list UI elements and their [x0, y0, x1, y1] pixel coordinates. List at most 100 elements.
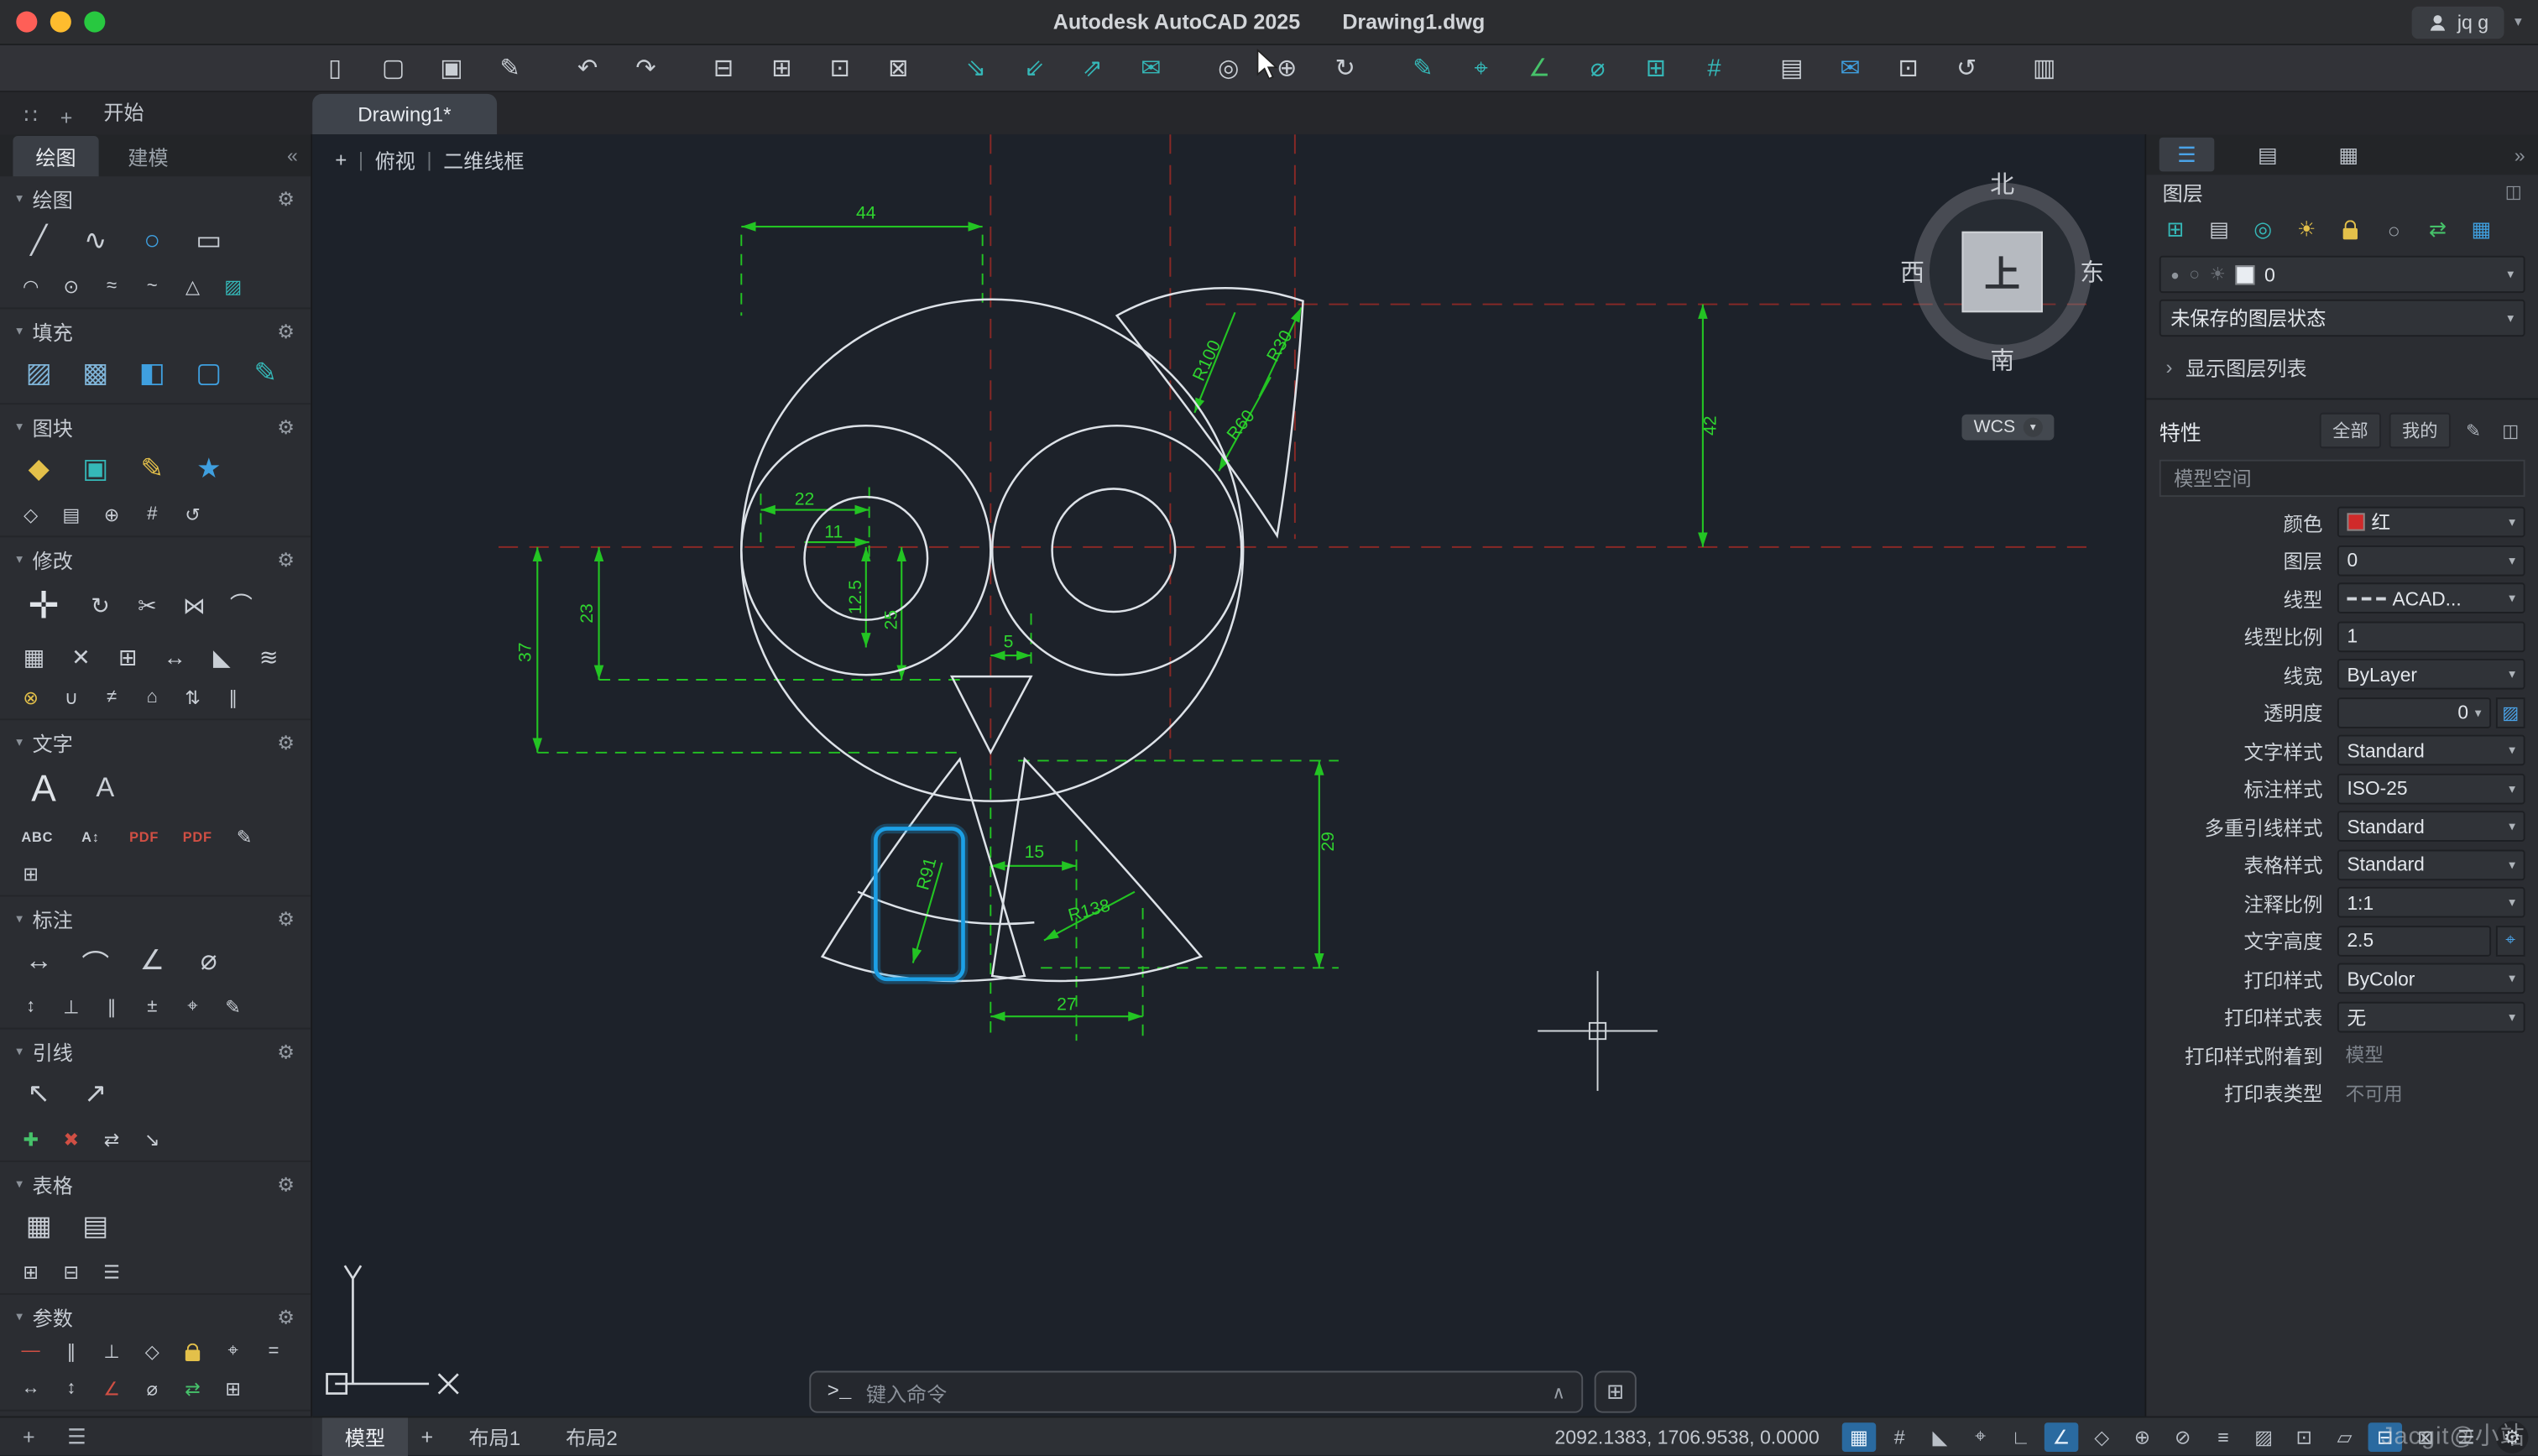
remove-leader-icon[interactable]: ✖: [57, 1126, 86, 1152]
publish-icon[interactable]: ⊠: [880, 52, 916, 85]
table-icon[interactable]: ▦: [16, 1206, 61, 1248]
layer-dropdown-caret-icon[interactable]: ▾: [2507, 267, 2514, 281]
print-icon[interactable]: ⊟: [706, 52, 741, 85]
block-editor-icon[interactable]: ✎: [129, 448, 175, 490]
block-count-icon[interactable]: #: [138, 502, 167, 528]
owl-geometry[interactable]: [740, 287, 1304, 983]
palette-tab-modeling[interactable]: 建模: [105, 135, 191, 175]
polyline-icon[interactable]: ∿: [73, 220, 118, 262]
polar-tracking-button[interactable]: ∠: [2044, 1422, 2079, 1451]
save-icon[interactable]: ▣: [434, 52, 469, 85]
command-placeholder[interactable]: 键入命令: [866, 1376, 947, 1407]
export-icon[interactable]: ⇗: [1075, 52, 1110, 85]
lineweight-display-button[interactable]: ≡: [2206, 1422, 2241, 1451]
rotate-icon[interactable]: ↻: [82, 589, 118, 622]
sync-settings-icon[interactable]: ↺: [1949, 52, 1984, 85]
grid-display-button[interactable]: ▦: [1841, 1422, 1877, 1451]
show-layer-list-button[interactable]: › 显示图层列表: [2146, 340, 2538, 394]
measure-icon[interactable]: ⌖: [1463, 52, 1498, 85]
layer-off-icon[interactable]: ○: [2378, 216, 2410, 245]
property-value-dropdown[interactable]: Standard ▾: [2337, 735, 2525, 766]
section-caret-icon[interactable]: ▾: [16, 420, 23, 434]
layer-state-select[interactable]: 未保存的图层状态 ▾: [2159, 299, 2525, 337]
linear-parameter-icon[interactable]: —: [16, 1339, 45, 1365]
block-sync-icon[interactable]: ↺: [178, 502, 207, 528]
user-account-button[interactable]: jq g: [2411, 5, 2505, 39]
lock-constraint-icon[interactable]: [178, 1339, 207, 1365]
mirror-icon[interactable]: ⋈: [176, 589, 212, 622]
section-caret-icon[interactable]: ▾: [16, 1044, 23, 1058]
property-value-dropdown[interactable]: 0 ▾: [2337, 545, 2525, 577]
filter-mine-button[interactable]: 我的: [2389, 412, 2451, 449]
share-drawing-icon[interactable]: ✉: [1133, 52, 1168, 85]
align-icon[interactable]: ⇅: [178, 685, 207, 711]
palette-collapse-icon[interactable]: «: [287, 144, 298, 167]
dropdown-caret-icon[interactable]: ▾: [2509, 1010, 2515, 1024]
section-caret-icon[interactable]: ▾: [16, 735, 23, 749]
export-pdf-icon[interactable]: PDF: [123, 824, 165, 850]
dropdown-caret-icon[interactable]: ▾: [2509, 895, 2515, 910]
dynamic-input-button[interactable]: ⌖: [1963, 1422, 1998, 1451]
delete-constraints-icon[interactable]: ⇄: [178, 1375, 207, 1401]
match-properties-icon[interactable]: ✎: [1405, 52, 1440, 85]
ucs-selector[interactable]: WCS ▾: [1962, 414, 2055, 441]
send-feedback-icon[interactable]: ✉: [1832, 52, 1867, 85]
dropdown-caret-icon[interactable]: ▾: [2509, 972, 2515, 986]
attach-reference-icon[interactable]: ⇘: [958, 52, 994, 85]
center-mark-icon[interactable]: ⌖: [178, 994, 207, 1020]
viewcube-east[interactable]: 东: [2080, 255, 2104, 290]
panel-pin-icon[interactable]: ◫: [2505, 180, 2522, 201]
section-header[interactable]: ▾ 参数 ⚙: [0, 1295, 311, 1335]
layer-freeze-icon[interactable]: ☀: [2290, 216, 2323, 245]
viewcube[interactable]: 北 南 西 东 上: [1897, 167, 2107, 378]
chamfer-icon[interactable]: ⌂: [138, 685, 167, 711]
dropdown-caret-icon[interactable]: ▾: [2509, 858, 2515, 872]
section-header[interactable]: ▾ 标注 ⚙: [0, 896, 311, 937]
zoom-icon[interactable]: ◎: [1211, 52, 1246, 85]
table-style-icon[interactable]: ▤: [73, 1206, 118, 1248]
polygon-icon[interactable]: △: [178, 274, 207, 300]
insert-field-icon[interactable]: ⊞: [16, 861, 45, 887]
orbit-icon[interactable]: ↻: [1327, 52, 1362, 85]
infer-constraints-button[interactable]: ◣: [1923, 1422, 1957, 1451]
stretch-icon[interactable]: ↔: [157, 641, 192, 674]
section-settings-icon[interactable]: ⚙: [277, 1040, 295, 1062]
properties-pin-icon[interactable]: ◫: [2496, 418, 2525, 444]
workspace-switching-button[interactable]: ⊟: [2368, 1422, 2403, 1451]
section-settings-icon[interactable]: ⚙: [277, 320, 295, 342]
isometric-drafting-button[interactable]: ◇: [2085, 1422, 2119, 1451]
user-menu-caret-icon[interactable]: ▾: [2514, 13, 2522, 30]
ellipse-icon[interactable]: ⊙: [57, 274, 86, 300]
section-header[interactable]: ▾ 图块 ⚙: [0, 404, 311, 445]
dropdown-caret-icon[interactable]: ▾: [2509, 819, 2515, 833]
tab-start[interactable]: 开始: [84, 89, 164, 134]
layer-walk-icon[interactable]: ▦: [2465, 216, 2498, 245]
object-snap-tracking-button[interactable]: ⊘: [2165, 1422, 2200, 1451]
copy-icon[interactable]: ⊞: [110, 641, 145, 674]
layer-states-palette-tab[interactable]: ▤: [2240, 138, 2295, 172]
move-icon[interactable]: ✛: [16, 581, 71, 629]
ucs-caret-icon[interactable]: ▾: [2023, 417, 2043, 437]
property-value-dropdown[interactable]: ACAD... ▾: [2337, 582, 2525, 614]
angle-measure-icon[interactable]: ∠: [1522, 52, 1557, 85]
arc-icon[interactable]: ◠: [16, 274, 45, 300]
property-value-dropdown[interactable]: ByLayer ▾: [2337, 659, 2525, 691]
dimension-edit-icon[interactable]: ✎: [218, 994, 248, 1020]
section-settings-icon[interactable]: ⚙: [277, 1172, 295, 1195]
multileader-style-icon[interactable]: ↗: [73, 1073, 118, 1115]
section-settings-icon[interactable]: ⚙: [277, 548, 295, 571]
circle-icon[interactable]: ○: [129, 220, 175, 262]
diameter-constraint-icon[interactable]: ⌀: [138, 1375, 167, 1401]
radius-dimension-icon[interactable]: ⌀: [186, 941, 232, 983]
tab-overview-icon[interactable]: ∷: [13, 99, 48, 134]
vertical-constraint-icon[interactable]: ↕: [57, 1375, 86, 1401]
erase-icon[interactable]: ✕: [63, 641, 98, 674]
multileader-icon[interactable]: ↖: [16, 1073, 61, 1115]
layer-freeze-icon[interactable]: ☀: [2210, 264, 2226, 284]
line-icon[interactable]: ╱: [16, 220, 61, 262]
baseline-dimension-icon[interactable]: ↕: [16, 994, 45, 1020]
export-table-icon[interactable]: ☰: [97, 1259, 127, 1285]
plot-preview-icon[interactable]: ⊡: [822, 52, 858, 85]
tab-layout1[interactable]: 布局1: [446, 1417, 544, 1455]
count-icon[interactable]: #: [1696, 52, 1731, 85]
